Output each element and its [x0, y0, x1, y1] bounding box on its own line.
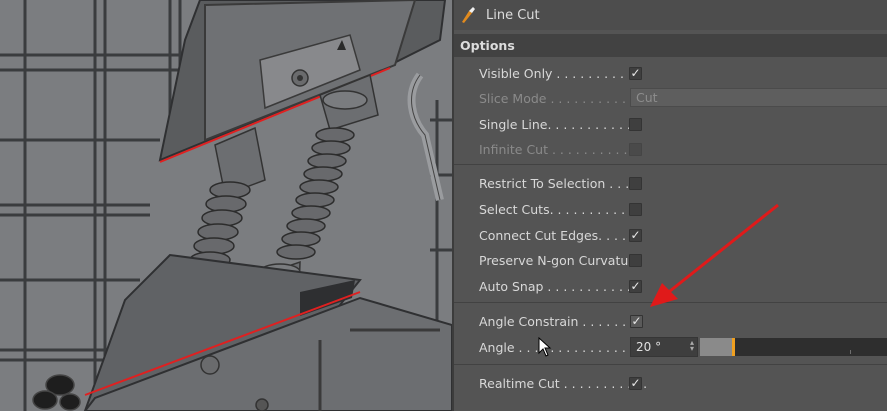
- single-line-label: Single Line. . . . . . . . . . . .: [479, 116, 639, 132]
- select-cuts-checkbox[interactable]: [629, 202, 642, 216]
- visible-only-label: Visible Only . . . . . . . . . . .: [479, 65, 640, 81]
- tool-header: Line Cut: [454, 0, 887, 30]
- angle-input[interactable]: 20 °: [630, 337, 698, 357]
- angle-constrain-row: Angle Constrain . . . . . . . . ✓: [454, 310, 887, 332]
- visible-only-checkbox[interactable]: ✓: [629, 66, 642, 80]
- angle-slider-tick: [850, 350, 851, 354]
- angle-constrain-checkbox[interactable]: ✓: [630, 314, 643, 328]
- connect-cut-edges-label: Connect Cut Edges. . . . . .: [479, 227, 642, 243]
- angle-constrain-label: Angle Constrain . . . . . . . .: [479, 313, 643, 329]
- angle-slider-fill: [700, 338, 733, 356]
- angle-slider[interactable]: [700, 338, 887, 356]
- infinite-cut-row: Infinite Cut . . . . . . . . . . .: [454, 138, 887, 160]
- select-cuts-row: Select Cuts. . . . . . . . . . . .: [454, 198, 887, 220]
- viewport-scene: [0, 0, 452, 411]
- connect-cut-edges-checkbox[interactable]: ✓: [629, 228, 642, 242]
- infinite-cut-label: Infinite Cut . . . . . . . . . . .: [479, 141, 636, 157]
- infinite-cut-checkbox[interactable]: [629, 142, 642, 156]
- knife-icon: [462, 7, 475, 23]
- separator-3: [454, 364, 887, 365]
- auto-snap-label: Auto Snap . . . . . . . . . . . .: [479, 278, 639, 294]
- preserve-ngon-curvature-checkbox[interactable]: [629, 253, 642, 267]
- angle-row: Angle . . . . . . . . . . . . . . . . . …: [454, 336, 887, 358]
- angle-spinner-icon[interactable]: ▴ ▾: [690, 339, 694, 353]
- connect-cut-edges-row: Connect Cut Edges. . . . . . ✓: [454, 224, 887, 246]
- restrict-to-selection-label: Restrict To Selection . . . .: [479, 175, 638, 191]
- options-section-header[interactable]: Options: [454, 34, 887, 57]
- single-line-row: Single Line. . . . . . . . . . . .: [454, 113, 887, 135]
- auto-snap-row: Auto Snap . . . . . . . . . . . . ✓: [454, 275, 887, 297]
- viewport-3d[interactable]: [0, 0, 452, 411]
- restrict-to-selection-checkbox[interactable]: [629, 176, 642, 190]
- slice-mode-row: Slice Mode . . . . . . . . . . . . Cut: [454, 87, 887, 109]
- separator-2: [454, 302, 887, 303]
- slice-mode-label: Slice Mode . . . . . . . . . . . .: [479, 90, 642, 106]
- select-cuts-label: Select Cuts. . . . . . . . . . . .: [479, 201, 641, 217]
- angle-value: 20 °: [636, 340, 662, 354]
- mouse-cursor-icon: [538, 337, 552, 357]
- preserve-ngon-curvature-label: Preserve N-gon Curvature: [479, 252, 641, 268]
- realtime-cut-label: Realtime Cut . . . . . . . . . . .: [479, 375, 648, 391]
- realtime-cut-checkbox[interactable]: ✓: [629, 376, 642, 390]
- restrict-to-selection-row: Restrict To Selection . . . .: [454, 172, 887, 194]
- preserve-ngon-curvature-row: Preserve N-gon Curvature: [454, 249, 887, 271]
- tool-title: Line Cut: [486, 7, 540, 23]
- tool-options-panel: Line Cut Options Visible Only . . . . . …: [452, 0, 887, 411]
- single-line-checkbox[interactable]: [629, 117, 642, 131]
- angle-label: Angle . . . . . . . . . . . . . . . . .: [479, 339, 650, 355]
- realtime-cut-row: Realtime Cut . . . . . . . . . . . ✓: [454, 372, 887, 394]
- options-section-label: Options: [460, 38, 515, 53]
- separator-1: [454, 164, 887, 165]
- slice-mode-dropdown[interactable]: Cut: [630, 88, 887, 107]
- angle-slider-handle[interactable]: [732, 338, 736, 356]
- auto-snap-checkbox[interactable]: ✓: [629, 279, 642, 293]
- visible-only-row: Visible Only . . . . . . . . . . . ✓: [454, 62, 887, 84]
- slice-mode-value: Cut: [636, 90, 658, 105]
